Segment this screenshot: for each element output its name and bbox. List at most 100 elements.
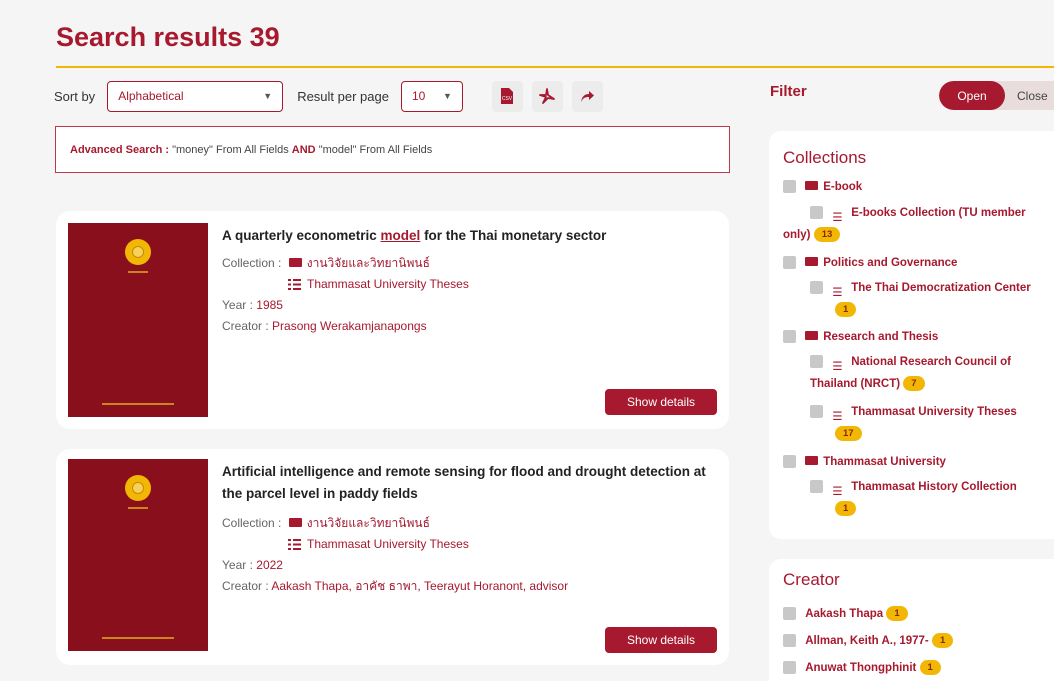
count-badge: 1 — [931, 633, 954, 649]
checkbox[interactable] — [810, 206, 823, 220]
folder-icon — [288, 258, 302, 268]
year-line: Year : 1985 — [222, 298, 283, 312]
chevron-down-icon: ▼ — [263, 91, 273, 101]
search-term-1: "money" From All Fields — [172, 143, 289, 156]
checkbox[interactable] — [783, 634, 796, 648]
search-term-2: "model" From All Fields — [318, 143, 433, 156]
book-cover — [68, 459, 208, 651]
creator-panel: Creator Aakash Thapa 1 Allman, Keith A.,… — [769, 559, 1054, 681]
show-details-button[interactable]: Show details — [605, 389, 717, 415]
sort-select[interactable]: Alphabetical ▼ — [107, 80, 284, 112]
svg-text:CSV: CSV — [502, 96, 513, 102]
list-icon — [288, 279, 301, 290]
filter-item-thai-democratization[interactable]: ☰ The Thai Democratization Center — [810, 277, 1031, 299]
advanced-search-label: Advanced Search : — [70, 143, 170, 156]
filter-item-ebook[interactable]: E-book — [783, 176, 862, 198]
filter-item-tu-theses[interactable]: ☰ Thammasat University Theses — [810, 401, 1017, 423]
creator-value[interactable]: Prasong Werakamjanapongs — [272, 319, 427, 333]
filter-item-creator[interactable]: Aakash Thapa 1 — [783, 603, 908, 625]
list-icon: ☰ — [832, 411, 843, 424]
book-cover — [68, 223, 208, 417]
checkbox[interactable] — [783, 180, 796, 194]
list-icon: ☰ — [832, 212, 843, 225]
csv-export-icon: CSV — [501, 88, 514, 104]
filter-item-nrct-cont: Thailand (NRCT) 7 — [810, 373, 925, 395]
sub-collection-link[interactable]: Thammasat University Theses — [307, 534, 469, 555]
filter-item-creator[interactable]: Anuwat Thongphinit 1 — [783, 657, 941, 679]
filter-item-tu-history[interactable]: ☰ Thammasat History Collection — [810, 476, 1017, 498]
folder-icon — [805, 456, 819, 466]
filter-toggle: Open Close — [939, 81, 1054, 110]
checkbox[interactable] — [783, 661, 796, 675]
checkbox[interactable] — [810, 281, 823, 295]
list-icon: ☰ — [832, 287, 843, 300]
collection-link[interactable]: งานวิจัยและวิทยานิพนธ์ — [307, 256, 430, 270]
advanced-search-summary: Advanced Search : "money" From All Field… — [55, 126, 730, 173]
filter-item-tu-theses-count: 17 — [835, 423, 862, 445]
filter-item-thammasat[interactable]: Thammasat University — [783, 451, 946, 473]
filter-open-button[interactable]: Open — [939, 81, 1005, 110]
collection-link[interactable]: งานวิจัยและวิทยานิพนธ์ — [307, 516, 430, 530]
csv-export-button[interactable]: CSV — [491, 80, 523, 112]
checkbox[interactable] — [810, 355, 823, 369]
count-badge: 7 — [903, 376, 925, 392]
year-value: 1985 — [256, 298, 283, 312]
filter-item-research[interactable]: Research and Thesis — [783, 326, 938, 348]
result-title[interactable]: A quarterly econometric model for the Th… — [222, 225, 722, 247]
checkbox[interactable] — [783, 330, 796, 344]
count-badge: 1 — [835, 501, 857, 517]
sub-collection-link[interactable]: Thammasat University Theses — [307, 274, 469, 295]
collection-line: Collection : งานวิจัยและวิทยานิพนธ์ — [222, 516, 430, 530]
results-toolbar: Sort by Alphabetical ▼ Result per page 1… — [54, 80, 603, 112]
result-card: A quarterly econometric model for the Th… — [56, 211, 729, 429]
title-divider — [56, 66, 1054, 68]
creator-heading: Creator — [783, 570, 840, 589]
pdf-export-button[interactable] — [531, 80, 563, 112]
checkbox[interactable] — [810, 480, 823, 494]
folder-icon — [805, 331, 819, 341]
year-line: Year : 2022 — [222, 558, 283, 572]
folder-icon — [805, 257, 819, 267]
per-page-select[interactable]: 10 ▼ — [400, 80, 463, 112]
sub-collection-line: Thammasat University Theses — [222, 274, 722, 295]
filter-item-thai-democratization-count: 1 — [835, 299, 857, 321]
count-badge: 1 — [886, 606, 908, 622]
share-icon — [581, 91, 595, 102]
folder-icon — [288, 518, 302, 528]
filter-item-creator[interactable]: Allman, Keith A., 1977- 1 — [783, 630, 954, 652]
year-value: 2022 — [256, 558, 283, 572]
creator-line: Creator : Aakash Thapa, อาคัช ธาพา, Teer… — [222, 579, 569, 593]
collections-heading: Collections — [783, 148, 867, 167]
share-button[interactable] — [571, 80, 603, 112]
list-icon: ☰ — [832, 361, 843, 374]
filter-item-nrct[interactable]: ☰ National Research Council of — [810, 351, 1011, 373]
pdf-export-icon — [539, 88, 556, 104]
university-seal-icon — [125, 475, 151, 501]
filter-close-button[interactable]: Close — [1005, 81, 1054, 110]
count-badge: 17 — [835, 426, 862, 442]
checkbox[interactable] — [783, 256, 796, 270]
university-seal-icon — [125, 239, 151, 265]
checkbox[interactable] — [783, 455, 796, 469]
per-page-value: 10 — [411, 89, 426, 103]
result-title[interactable]: Artificial intelligence and remote sensi… — [222, 461, 722, 505]
count-badge: 1 — [835, 302, 857, 318]
filter-item-ebooks-collection[interactable]: ☰ E-books Collection (TU member — [810, 202, 1026, 224]
filter-title: Filter — [770, 83, 807, 100]
list-icon — [288, 539, 301, 550]
sub-collection-line: Thammasat University Theses — [222, 534, 722, 555]
checkbox[interactable] — [783, 607, 796, 621]
result-card: Artificial intelligence and remote sensi… — [56, 449, 729, 665]
filter-item-politics[interactable]: Politics and Governance — [783, 252, 957, 274]
per-page-label: Result per page — [297, 88, 389, 104]
count-badge: 13 — [813, 227, 841, 243]
sort-label: Sort by — [54, 88, 96, 104]
creator-value[interactable]: Aakash Thapa, อาคัช ธาพา, Teerayut Horan… — [271, 579, 568, 593]
list-icon: ☰ — [832, 486, 843, 499]
checkbox[interactable] — [810, 405, 823, 419]
search-operator: AND — [291, 143, 316, 156]
chevron-down-icon: ▼ — [443, 91, 452, 101]
show-details-button[interactable]: Show details — [605, 627, 717, 653]
count-badge: 1 — [919, 660, 941, 676]
sort-value: Alphabetical — [118, 89, 184, 103]
